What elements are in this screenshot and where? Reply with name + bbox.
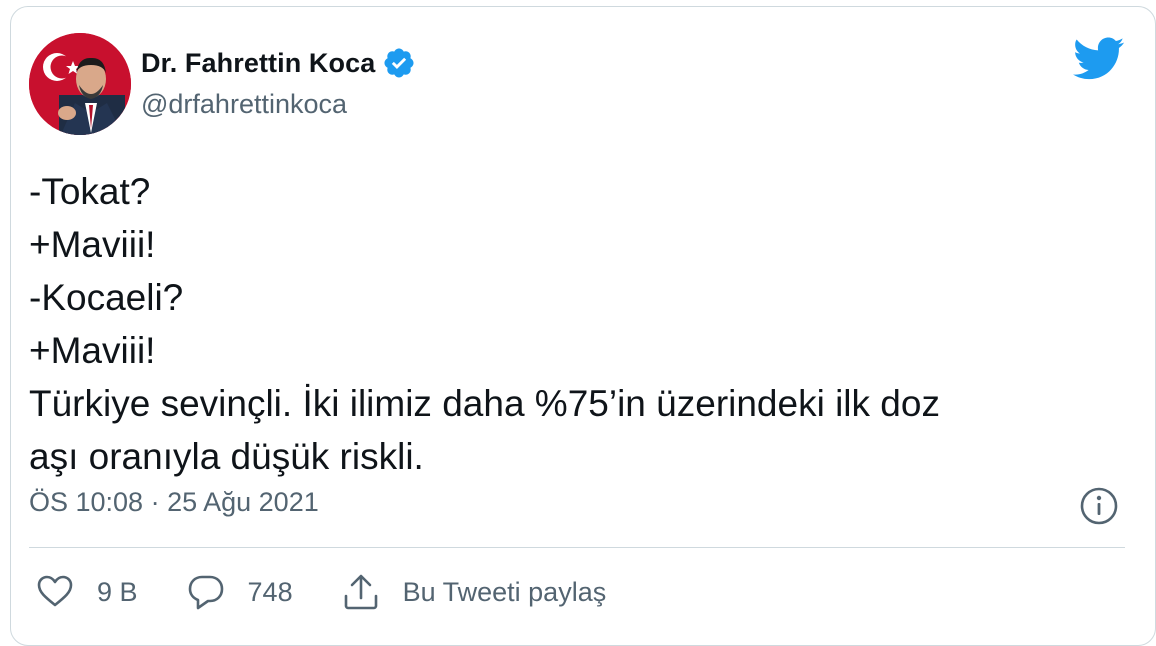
reply-button[interactable]: 748 [186, 572, 293, 612]
reply-count: 748 [247, 576, 293, 607]
tweet-card: Dr. Fahrettin Koca @drfahrettinkoca -Tok… [10, 6, 1156, 646]
tweet-text: -Tokat? +Maviii! -Kocaeli? +Maviii! Türk… [29, 165, 1109, 483]
heart-icon [37, 575, 73, 607]
tweet-line: -Kocaeli? [29, 277, 184, 318]
tweet-line: aşı oranıyla düşük riskli. [29, 436, 424, 477]
like-button[interactable]: 9 B [35, 572, 138, 612]
divider [29, 547, 1125, 548]
share-icon [344, 574, 377, 610]
tweet-line: -Tokat? [29, 171, 151, 212]
action-bar: 9 B 748 Bu Tweeti paylaş [35, 569, 654, 615]
share-label: Bu Tweeti paylaş [402, 576, 607, 607]
verified-badge-icon [382, 46, 416, 80]
tweet-line: Türkiye sevinçli. İki ilimiz daha %75’in… [29, 383, 940, 424]
avatar[interactable] [29, 33, 131, 135]
reply-bubble-icon [188, 575, 223, 610]
tweet-timestamp[interactable]: ÖS 10:08 · 25 Ağu 2021 [29, 487, 319, 518]
like-count: 9 B [97, 576, 138, 607]
tweet-line: +Maviii! [29, 330, 156, 371]
info-icon[interactable] [1079, 486, 1119, 526]
share-button[interactable]: Bu Tweeti paylaş [341, 572, 607, 612]
tweet-line: +Maviii! [29, 224, 156, 265]
avatar-image [29, 33, 131, 135]
name-row: Dr. Fahrettin Koca [141, 43, 416, 83]
handle[interactable]: @drfahrettinkoca [141, 89, 347, 120]
twitter-bird-icon[interactable] [1073, 37, 1125, 81]
display-name[interactable]: Dr. Fahrettin Koca [141, 48, 375, 79]
